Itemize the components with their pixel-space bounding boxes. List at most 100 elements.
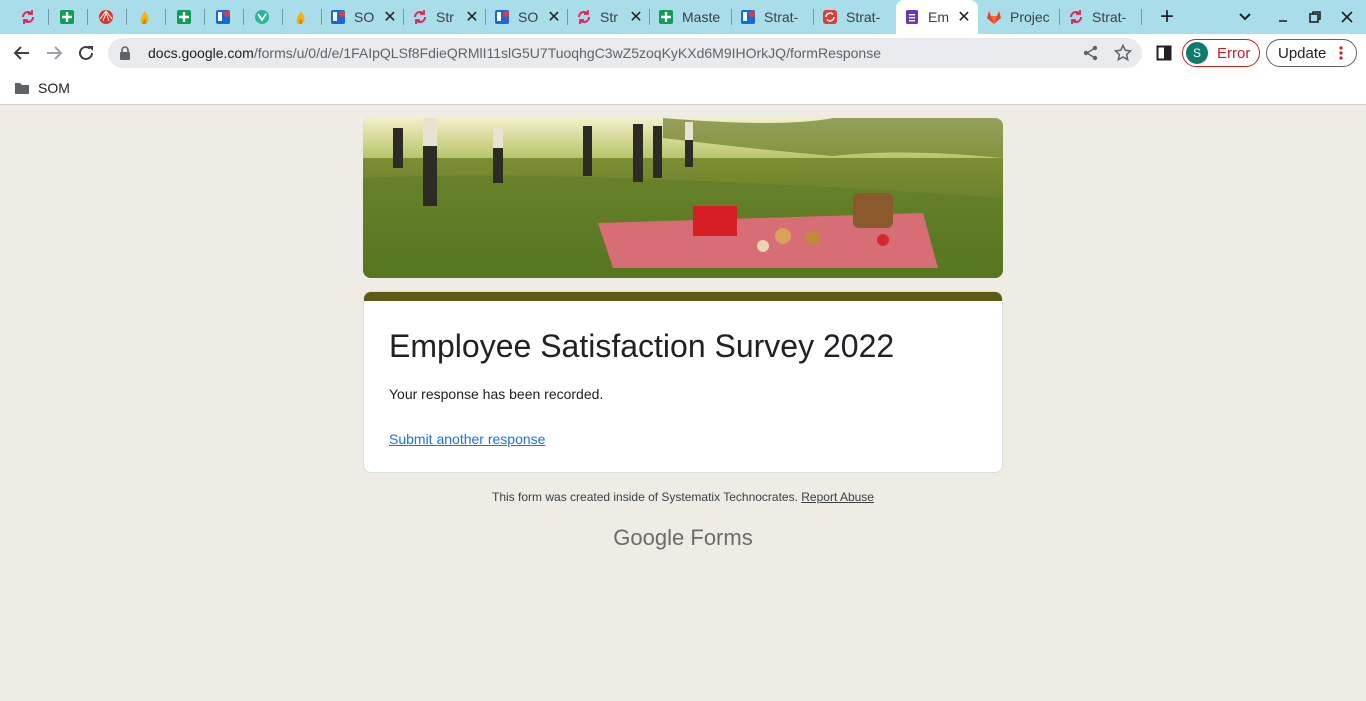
tab-3[interactable] xyxy=(88,0,127,34)
reload-icon xyxy=(79,45,93,60)
card-accent-bar xyxy=(364,292,1002,301)
tab-title: Em xyxy=(928,9,949,25)
tab-separator xyxy=(1141,9,1142,25)
footer-note: This form was created inside of Systemat… xyxy=(0,490,1366,504)
close-window-button[interactable] xyxy=(1332,0,1362,34)
teal-badge-icon xyxy=(254,9,270,25)
folder-icon xyxy=(15,83,29,94)
trello-icon xyxy=(330,9,346,25)
forms-wordmark: Forms xyxy=(690,525,753,550)
strat-sync-icon xyxy=(412,9,428,25)
side-panel-icon xyxy=(1156,45,1172,61)
bookmark-star-icon[interactable] xyxy=(1113,43,1133,67)
url-host: docs.google.com xyxy=(148,45,254,61)
tab-12[interactable]: Str ✕ xyxy=(568,0,650,34)
error-label: Error xyxy=(1217,44,1251,62)
strat-red-icon xyxy=(822,9,838,25)
kebab-menu-icon xyxy=(1339,46,1343,60)
trello-icon xyxy=(740,9,756,25)
tab-strip: SO ✕ Str ✕ SO ✕ Str ✕ Maste Strat- Strat- Em ✕ Projec… xyxy=(0,0,1366,34)
tab-1[interactable] xyxy=(10,0,49,34)
tab-13[interactable]: Maste xyxy=(650,0,732,34)
tab-14[interactable]: Strat- xyxy=(732,0,814,34)
tab-4[interactable] xyxy=(127,0,166,34)
chevron-down-icon xyxy=(1238,10,1252,24)
tab-6[interactable] xyxy=(205,0,244,34)
bookmarks-bar: SOM xyxy=(0,72,1366,104)
browser-toolbar: docs.google.com/forms/u/0/d/e/1FAIpQLSf8… xyxy=(0,34,1366,72)
restore-button[interactable] xyxy=(1300,0,1330,34)
close-icon[interactable]: ✕ xyxy=(464,7,480,27)
tab-title: Strat- xyxy=(846,9,881,25)
minimize-icon xyxy=(1276,10,1290,24)
tab-title: Strat- xyxy=(1092,9,1127,25)
strat-sync-icon xyxy=(576,9,592,25)
sheets-icon xyxy=(59,9,75,25)
tab-18[interactable]: Strat- xyxy=(1060,0,1142,34)
confirmation-card: Employee Satisfaction Survey 2022 Your r… xyxy=(363,291,1003,473)
close-icon xyxy=(1340,10,1354,24)
strat-sync-icon xyxy=(1068,9,1084,25)
tab-title: Str xyxy=(600,9,618,25)
plus-icon: + xyxy=(1159,3,1174,30)
avatar: S xyxy=(1186,42,1208,64)
tab-11[interactable]: SO ✕ xyxy=(486,0,568,34)
close-icon[interactable]: ✕ xyxy=(956,7,972,27)
share-icon[interactable] xyxy=(1082,44,1100,67)
close-icon[interactable]: ✕ xyxy=(382,7,398,27)
url-path: /forms/u/0/d/e/1FAIpQLSf8FdieQRMlI11slG5… xyxy=(253,45,881,61)
forms-icon xyxy=(904,9,920,25)
form-title: Employee Satisfaction Survey 2022 xyxy=(389,328,895,364)
sheets-icon xyxy=(658,9,674,25)
report-abuse-link[interactable]: Report Abuse xyxy=(801,490,874,504)
tab-17[interactable]: Projec xyxy=(978,0,1060,34)
update-label: Update xyxy=(1278,44,1327,62)
gitlab-icon xyxy=(986,9,1002,25)
bookmark-folder-label: SOM xyxy=(38,80,70,96)
tab-title: SO xyxy=(518,9,539,25)
tab-8[interactable] xyxy=(283,0,322,34)
tab-5[interactable] xyxy=(166,0,205,34)
strat-sync-icon xyxy=(20,9,36,25)
tab-10[interactable]: Str ✕ xyxy=(404,0,486,34)
google-wordmark: Google xyxy=(613,525,685,550)
back-button[interactable] xyxy=(6,34,38,72)
flame-icon xyxy=(293,9,309,25)
sheets-icon xyxy=(176,9,192,25)
tab-title: Projec xyxy=(1010,9,1050,25)
tab-search-button[interactable] xyxy=(1230,0,1260,34)
restore-icon xyxy=(1308,10,1322,24)
tab-title: Strat- xyxy=(764,9,799,25)
tab-title: Str xyxy=(436,9,454,25)
tab-7[interactable] xyxy=(244,0,283,34)
tab-title: SO xyxy=(354,9,375,25)
footer-text: This form was created inside of Systemat… xyxy=(492,490,798,504)
profile-error-button[interactable]: S Error xyxy=(1182,39,1260,67)
minimize-button[interactable] xyxy=(1268,0,1298,34)
close-icon[interactable]: ✕ xyxy=(546,7,562,27)
browser-chrome: SO ✕ Str ✕ SO ✕ Str ✕ Maste Strat- Strat- Em ✕ Projec… xyxy=(0,0,1366,105)
submit-another-response-link[interactable]: Submit another response xyxy=(389,431,545,447)
reload-button[interactable] xyxy=(70,34,102,72)
tab-16[interactable]: Em ✕ xyxy=(896,0,978,34)
trello-icon xyxy=(215,9,231,25)
forward-button[interactable] xyxy=(38,34,70,72)
tab-title: Maste xyxy=(682,9,721,25)
tab-2[interactable] xyxy=(49,0,88,34)
forward-arrow-icon xyxy=(47,46,63,60)
update-button[interactable]: Update xyxy=(1266,39,1357,67)
address-bar[interactable]: docs.google.com/forms/u/0/d/e/1FAIpQLSf8… xyxy=(108,38,1142,68)
back-arrow-icon xyxy=(13,46,29,60)
shell-icon xyxy=(98,9,114,25)
bookmark-folder-som[interactable]: SOM xyxy=(14,78,70,98)
google-forms-logo[interactable]: Google Forms xyxy=(0,525,1366,551)
flame-icon xyxy=(137,9,153,25)
lock-icon xyxy=(120,46,130,60)
side-panel-button[interactable] xyxy=(1148,34,1180,72)
close-icon[interactable]: ✕ xyxy=(628,7,644,27)
trello-icon xyxy=(494,9,510,25)
confirmation-message: Your response has been recorded. xyxy=(389,386,604,402)
tab-15[interactable]: Strat- xyxy=(814,0,896,34)
new-tab-button[interactable]: + xyxy=(1152,0,1182,34)
tab-9[interactable]: SO ✕ xyxy=(322,0,404,34)
